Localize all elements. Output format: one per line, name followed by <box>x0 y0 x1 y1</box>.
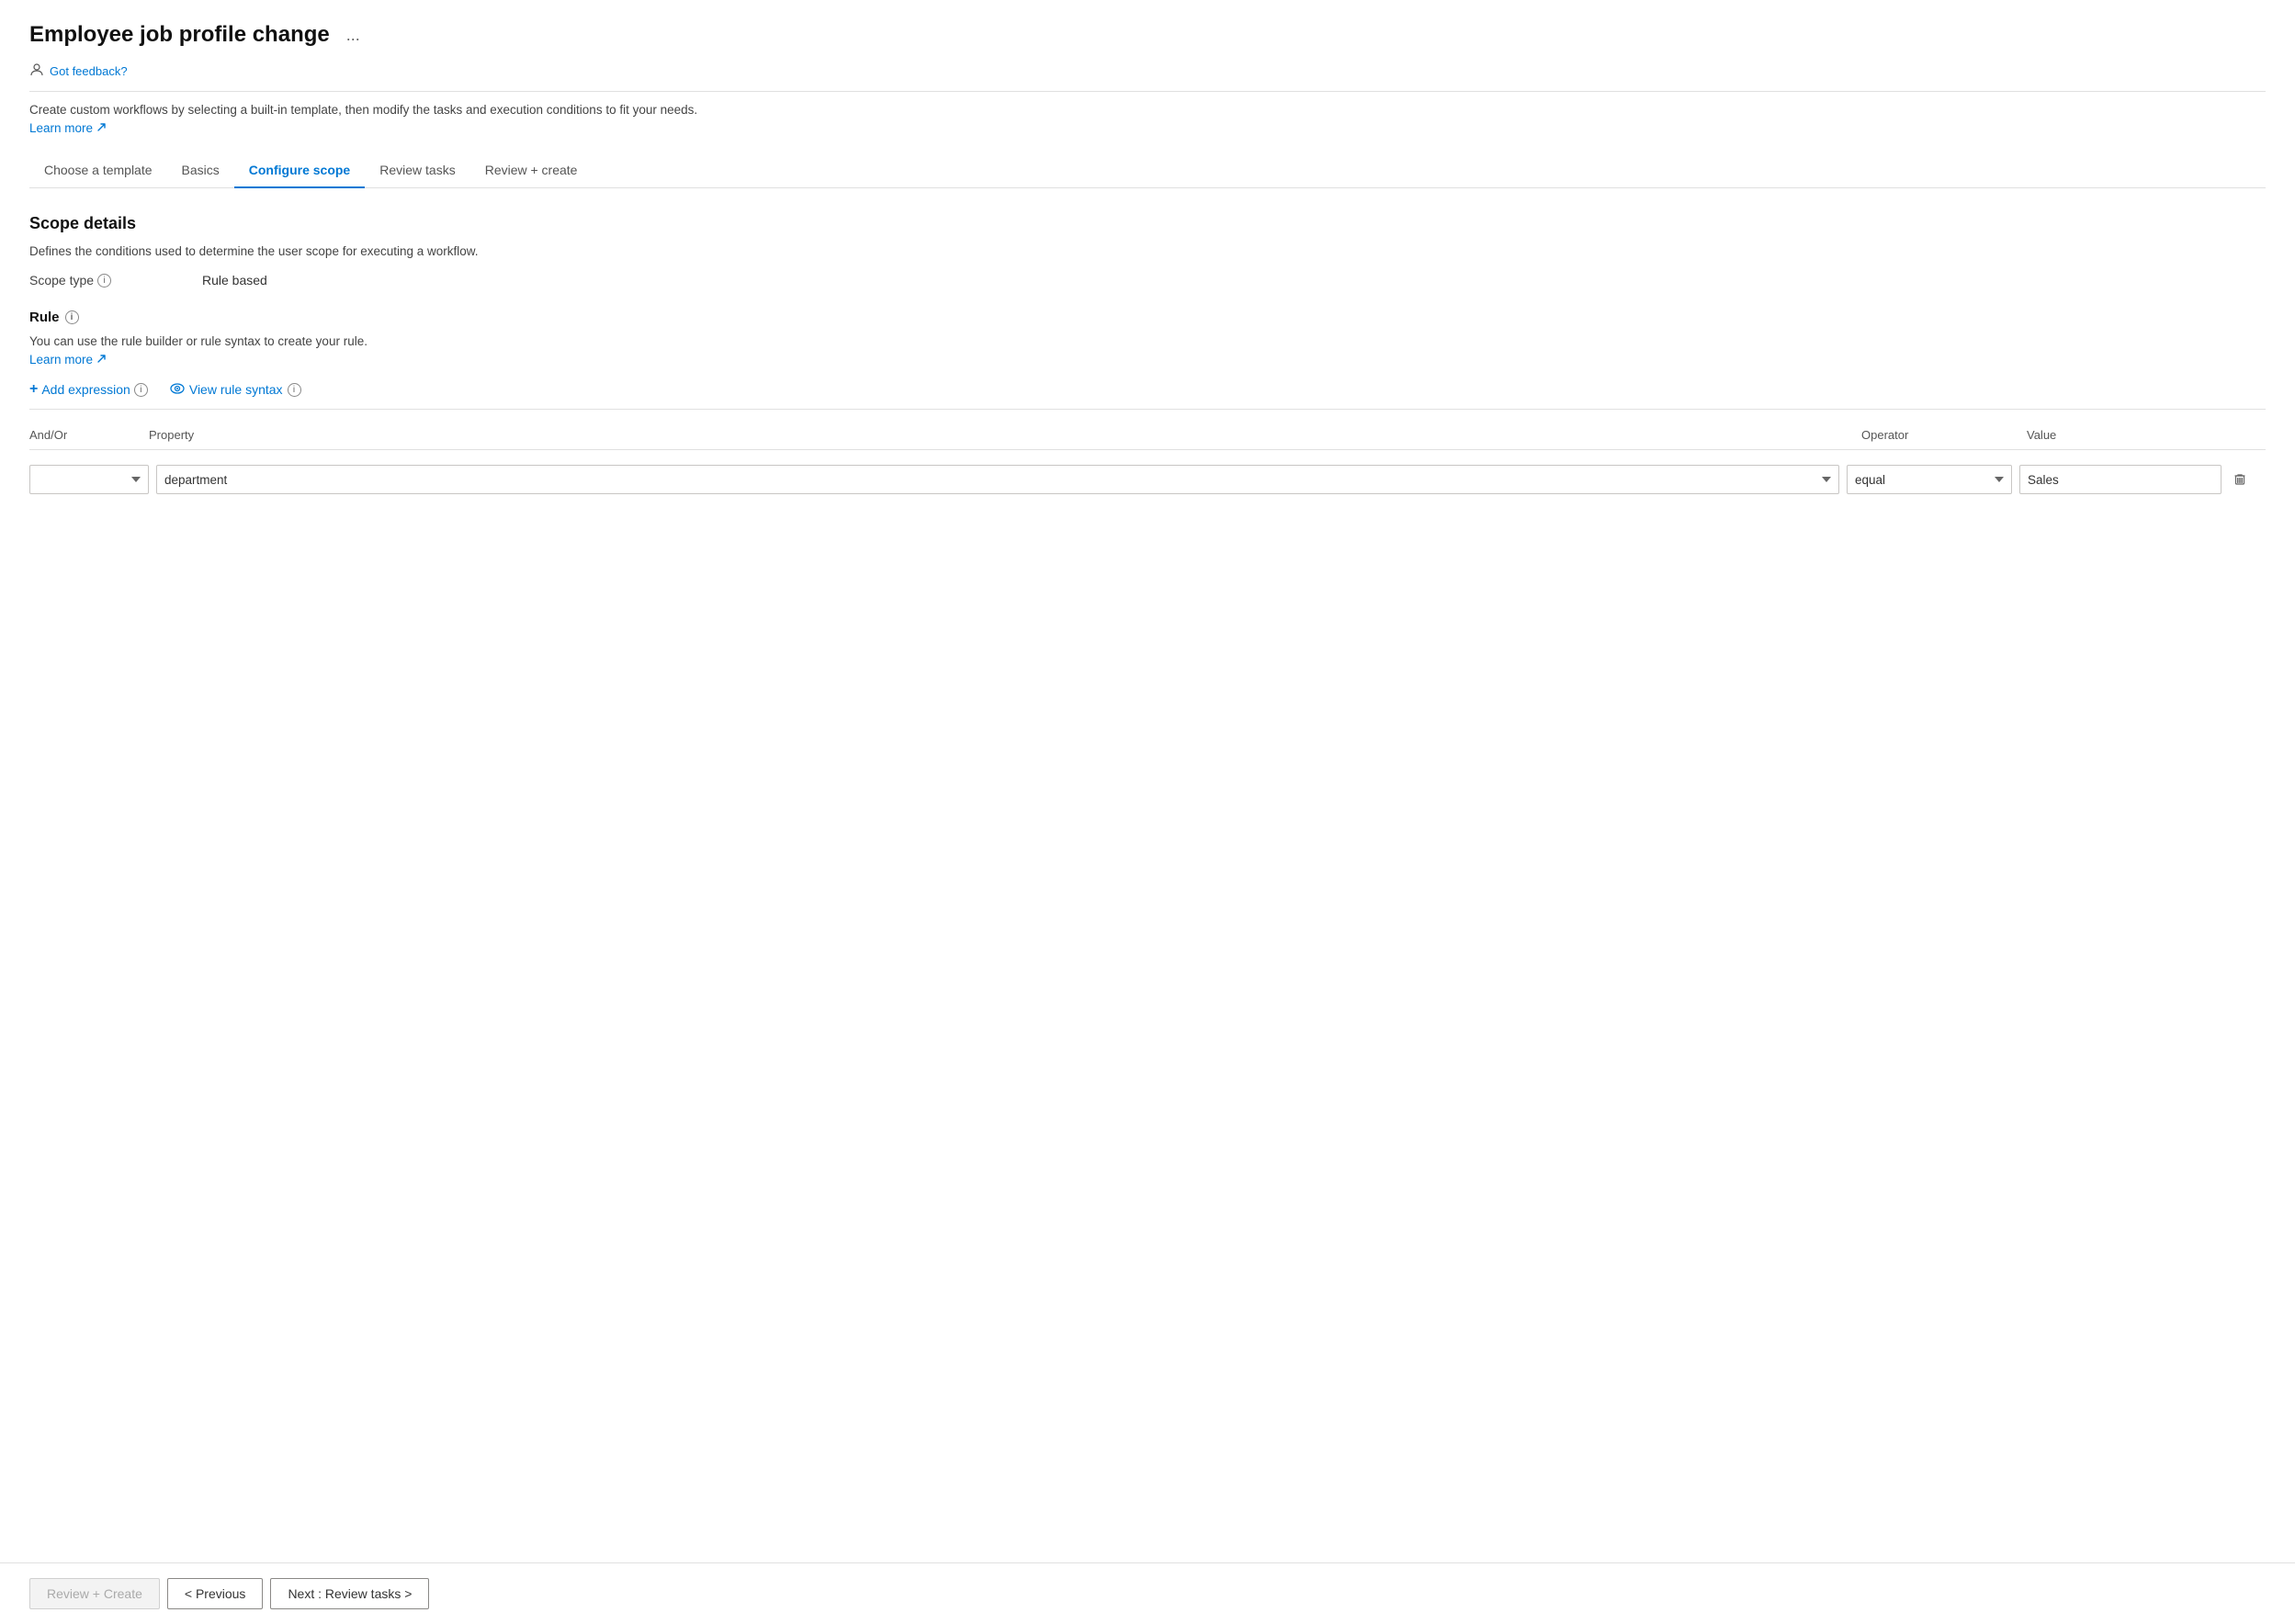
scope-type-label: Scope type i <box>29 273 195 288</box>
rule-info-icon: i <box>65 310 79 324</box>
col-property: Property <box>149 428 1861 442</box>
property-select[interactable]: department jobTitle country <box>156 465 1839 494</box>
tab-review-tasks[interactable]: Review tasks <box>365 153 469 188</box>
view-rule-syntax-button[interactable]: View rule syntax i <box>170 382 301 397</box>
rule-section: Rule i You can use the rule builder or r… <box>29 310 2266 502</box>
col-value: Value <box>2027 428 2229 442</box>
tab-basics[interactable]: Basics <box>167 153 234 188</box>
add-expression-info-icon: i <box>134 383 148 397</box>
scope-type-row: Scope type i Rule based <box>29 273 2266 288</box>
and-or-select[interactable]: And Or <box>29 465 149 494</box>
rule-actions-row: + Add expression i View rule syntax <box>29 381 2266 410</box>
delete-cell <box>2229 468 2266 491</box>
col-and-or: And/Or <box>29 428 149 442</box>
property-cell: department jobTitle country <box>156 465 1839 494</box>
scope-section-title: Scope details <box>29 214 2266 233</box>
description-section: Create custom workflows by selecting a b… <box>29 103 2266 135</box>
ellipsis-button[interactable]: ... <box>341 24 366 47</box>
scope-type-value: Rule based <box>202 273 267 288</box>
footer-bar: Review + Create < Previous Next : Review… <box>0 1562 2295 1624</box>
external-link-icon <box>96 122 107 135</box>
operator-select[interactable]: equal not equal contains <box>1847 465 2012 494</box>
next-button[interactable]: Next : Review tasks > <box>270 1578 429 1609</box>
previous-button[interactable]: < Previous <box>167 1578 264 1609</box>
plus-icon: + <box>29 381 38 398</box>
feedback-row: Got feedback? <box>29 62 2266 92</box>
add-expression-button[interactable]: + Add expression i <box>29 381 148 398</box>
rule-title: Rule i <box>29 310 2266 325</box>
tab-review-create[interactable]: Review + create <box>470 153 593 188</box>
rule-external-icon <box>96 353 107 367</box>
col-actions <box>2229 428 2266 442</box>
review-create-button: Review + Create <box>29 1578 160 1609</box>
delete-row-button[interactable] <box>2229 468 2251 491</box>
col-operator: Operator <box>1861 428 2027 442</box>
tab-configure-scope[interactable]: Configure scope <box>234 153 365 188</box>
feedback-link[interactable]: Got feedback? <box>50 64 128 78</box>
tab-choose-template[interactable]: Choose a template <box>29 153 167 188</box>
rule-learn-more-link[interactable]: Learn more <box>29 353 107 367</box>
description-text: Create custom workflows by selecting a b… <box>29 103 2266 117</box>
tabs-nav: Choose a template Basics Configure scope… <box>29 153 2266 188</box>
rule-table-header: And/Or Property Operator Value <box>29 428 2266 450</box>
trash-icon <box>2233 472 2247 487</box>
eye-icon <box>170 382 185 397</box>
scope-details-section: Scope details Defines the conditions use… <box>29 214 2266 502</box>
feedback-icon <box>29 62 44 80</box>
scope-type-info-icon: i <box>97 274 111 288</box>
scope-description: Defines the conditions used to determine… <box>29 244 2266 258</box>
page-title: Employee job profile change <box>29 22 330 48</box>
page-title-row: Employee job profile change ... <box>29 22 2266 48</box>
and-or-cell: And Or <box>29 465 149 494</box>
operator-cell: equal not equal contains <box>1847 465 2012 494</box>
rule-description: You can use the rule builder or rule syn… <box>29 334 2266 348</box>
value-cell <box>2019 465 2222 494</box>
value-input[interactable] <box>2019 465 2222 494</box>
learn-more-top-link[interactable]: Learn more <box>29 121 107 135</box>
table-row: And Or department jobTitle country equal… <box>29 457 2266 502</box>
view-syntax-info-icon: i <box>288 383 301 397</box>
